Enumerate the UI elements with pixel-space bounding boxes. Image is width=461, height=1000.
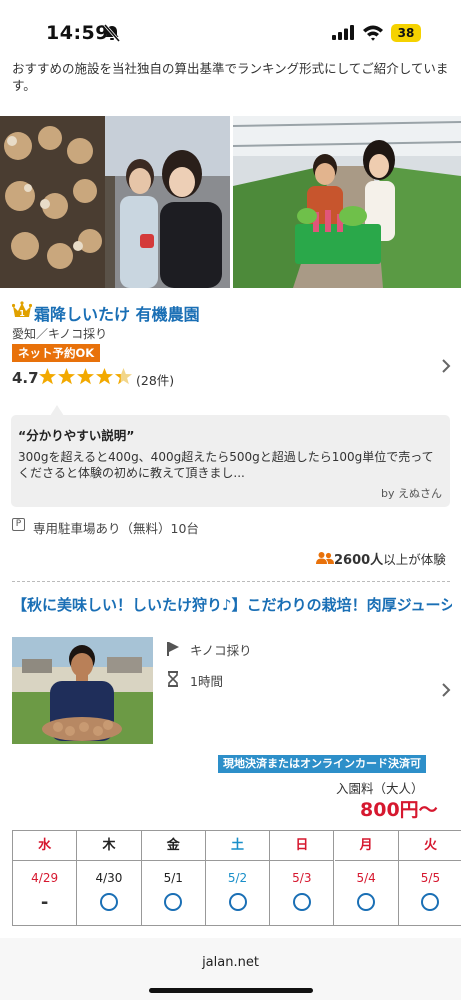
parking-info: 専用駐車場あり（無料）10台 xyxy=(33,521,199,536)
calendar-day-column[interactable]: 月 5/4 xyxy=(334,831,399,925)
calendar-weekday: 水 xyxy=(13,831,77,861)
calendar-day-column[interactable]: 日 5/3 xyxy=(270,831,335,925)
cellular-signal-icon xyxy=(332,25,354,40)
farm-photo-greenhouse[interactable] xyxy=(0,116,230,288)
chevron-right-icon[interactable] xyxy=(440,682,452,698)
star-rating-icon xyxy=(39,368,132,385)
browser-bottom-bar: jalan.net xyxy=(0,938,461,1000)
browser-domain[interactable]: jalan.net xyxy=(0,955,461,970)
availability-mark xyxy=(206,893,269,915)
plan-duration: 1時間 xyxy=(190,674,223,689)
calendar-weekday: 木 xyxy=(77,831,141,861)
status-bar: 14:59 38 xyxy=(0,0,461,56)
available-circle-icon xyxy=(357,893,376,911)
availability-mark xyxy=(335,893,398,915)
experienced-suffix: 以上が体験 xyxy=(383,552,446,567)
experienced-number: 2600人 xyxy=(334,553,384,568)
parking-icon: P xyxy=(12,518,25,531)
availability-mark xyxy=(77,893,140,915)
availability-mark xyxy=(270,893,333,915)
availability-calendar: 水 4/29 - 木 4/30 金 5/1 土 5/2 日 5/3 月 5/4 … xyxy=(12,830,461,926)
calendar-date: 5/1 xyxy=(163,871,183,885)
crown-icon: 1 xyxy=(12,301,32,318)
people-icon xyxy=(316,552,334,564)
calendar-weekday: 日 xyxy=(270,831,334,861)
calendar-day-column[interactable]: 水 4/29 - xyxy=(13,831,78,925)
calendar-date: 5/5 xyxy=(420,871,441,885)
wifi-icon xyxy=(363,25,383,41)
available-circle-icon xyxy=(228,893,247,911)
rating-score: 4.7 xyxy=(12,369,39,387)
calendar-date: 5/3 xyxy=(292,871,312,885)
calendar-weekday: 金 xyxy=(141,831,205,861)
flag-icon xyxy=(167,642,179,656)
net-booking-badge: ネット予約OK xyxy=(12,344,101,362)
available-circle-icon xyxy=(164,893,183,911)
calendar-date: 5/2 xyxy=(227,871,248,885)
section-divider xyxy=(12,581,450,582)
plan-photo[interactable] xyxy=(12,637,153,744)
calendar-day-column[interactable]: 木 4/30 xyxy=(77,831,142,925)
available-circle-icon xyxy=(292,893,311,911)
farm-photo-children[interactable] xyxy=(233,116,461,288)
farm-name-link[interactable]: 霜降しいたけ 有機農園 xyxy=(34,301,200,325)
calendar-day-column[interactable]: 金 5/1 xyxy=(141,831,206,925)
review-body: 300gを超えると400g、400g超えたら500gと超過したら100g単位で売… xyxy=(18,450,434,480)
calendar-date: 4/30 xyxy=(95,871,123,885)
bell-muted-icon xyxy=(103,24,121,42)
calendar-date: 4/29 xyxy=(31,871,59,885)
battery-indicator: 38 xyxy=(391,24,421,42)
calendar-date: 5/4 xyxy=(356,871,376,885)
payment-method-badge: 現地決済またはオンラインカード決済可 xyxy=(218,755,426,773)
farm-location-category: 愛知／キノコ採り xyxy=(12,327,108,341)
home-indicator[interactable] xyxy=(149,988,313,993)
calendar-day-column[interactable]: 土 5/2 xyxy=(205,831,271,925)
status-time: 14:59 xyxy=(46,22,109,44)
calendar-weekday: 月 xyxy=(334,831,398,861)
unavailable-mark: - xyxy=(40,892,49,913)
review-title: “分かりやすい説明” xyxy=(18,428,135,443)
experienced-count: 2600人以上が体験 xyxy=(334,549,446,568)
hourglass-icon xyxy=(168,671,178,687)
available-circle-icon xyxy=(99,893,118,911)
svg-text:1: 1 xyxy=(19,309,25,318)
availability-mark: - xyxy=(13,893,76,915)
available-circle-icon xyxy=(421,893,440,911)
intro-text: おすすめの施設を当社独自の算出基準でランキング形式にしてご紹介しています。 xyxy=(12,61,449,93)
review-card[interactable]: “分かりやすい説明” 300gを超えると400g、400g超えたら500gと超過… xyxy=(11,415,450,507)
review-count[interactable]: (28件) xyxy=(136,370,174,389)
review-author: by えぬさん xyxy=(381,487,442,500)
availability-mark xyxy=(142,893,205,915)
fee-price: 800円〜 xyxy=(360,799,438,821)
calendar-weekday: 火 xyxy=(398,831,461,861)
plan-category: キノコ採り xyxy=(190,643,252,658)
availability-mark xyxy=(399,893,461,915)
calendar-weekday: 土 xyxy=(205,831,270,861)
calendar-day-column[interactable]: 火 5/5 xyxy=(398,831,461,925)
plan-title-link[interactable]: 【秋に美味しい！しいたけ狩り♪】こだわりの栽培！肉厚ジューシーで、段違いな美味し… xyxy=(12,595,452,615)
chevron-right-icon[interactable] xyxy=(440,358,452,374)
